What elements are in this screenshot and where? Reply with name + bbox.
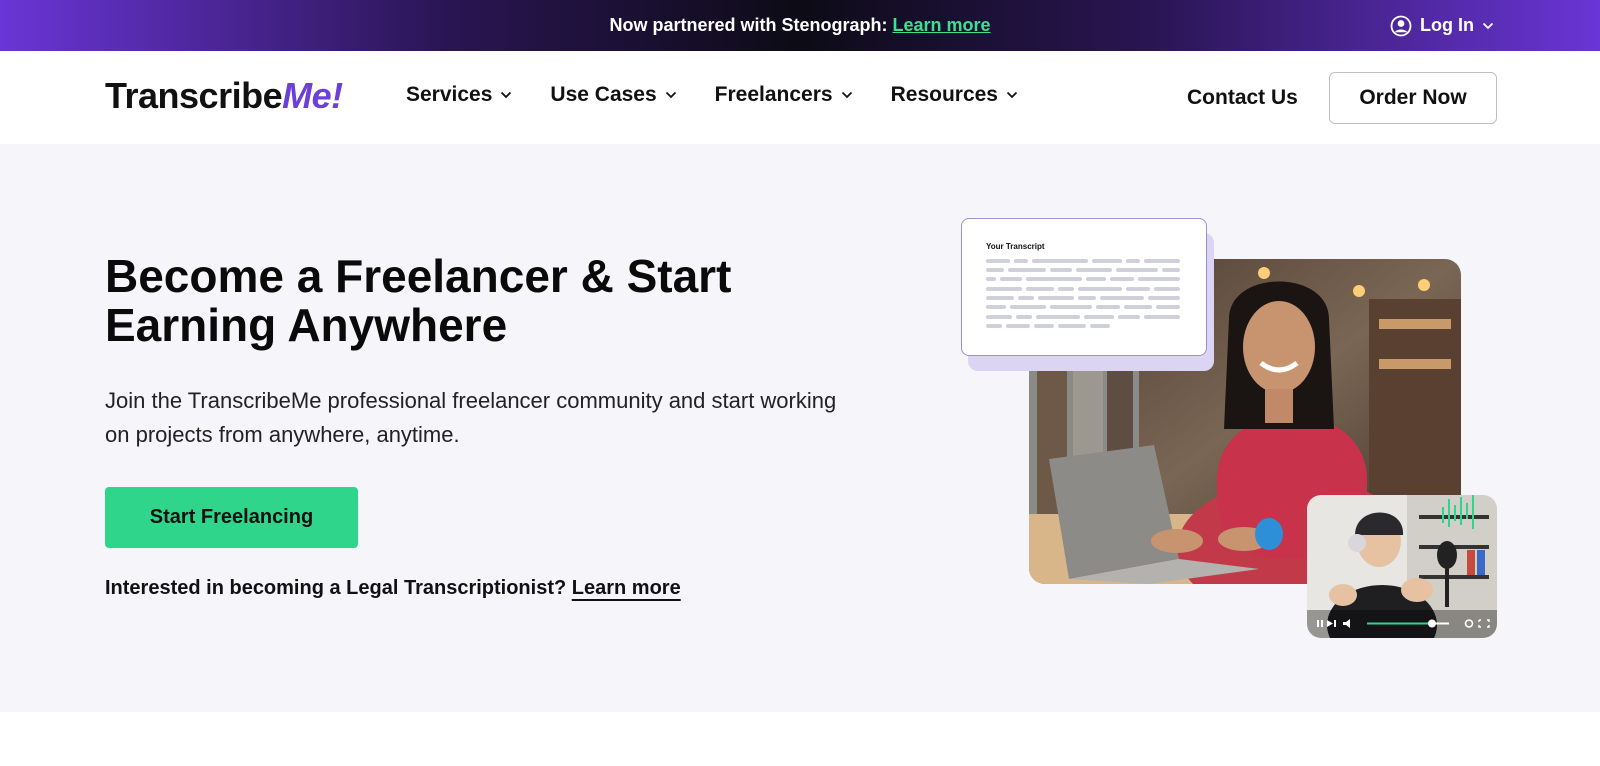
nav-resources[interactable]: Resources bbox=[891, 83, 1018, 107]
contact-us-link[interactable]: Contact Us bbox=[1187, 86, 1298, 110]
logo-accent: Me! bbox=[282, 75, 343, 116]
nav-label: Freelancers bbox=[714, 83, 833, 106]
nav-services[interactable]: Services bbox=[406, 83, 512, 107]
hero-title-line1: Become a Freelancer & Start bbox=[105, 250, 732, 302]
site-header: TranscribeMe! Services Use Cases Freelan… bbox=[0, 51, 1600, 144]
transcript-lines bbox=[986, 259, 1180, 328]
hero-title: Become a Freelancer & Start Earning Anyw… bbox=[105, 252, 825, 350]
video-player-thumbnail bbox=[1307, 495, 1497, 638]
hero-subtitle: Join the TranscribeMe professional freel… bbox=[105, 388, 837, 447]
nav-freelancers[interactable]: Freelancers bbox=[715, 83, 853, 107]
announcement-text: Now partnered with Stenograph: bbox=[609, 15, 888, 35]
login-button[interactable]: Log In bbox=[1390, 0, 1494, 51]
login-label: Log In bbox=[1420, 15, 1474, 35]
chevron-down-icon bbox=[501, 91, 512, 99]
main-nav: Services Use Cases Freelancers Resources bbox=[406, 83, 1018, 107]
nav-label: Use Cases bbox=[550, 83, 657, 106]
nav-label: Services bbox=[406, 83, 493, 106]
chevron-down-icon bbox=[1482, 22, 1494, 29]
logo[interactable]: TranscribeMe! bbox=[105, 75, 343, 117]
chevron-down-icon bbox=[1006, 91, 1018, 99]
announcement-learn-more-link[interactable]: Learn more bbox=[892, 15, 990, 36]
announcement-bar: Now partnered with Stenograph: Learn mor… bbox=[0, 0, 1600, 51]
page-bottom bbox=[0, 712, 1600, 766]
legal-text: Interested in becoming a Legal Transcrip… bbox=[105, 577, 567, 599]
legal-transcriptionist-prompt: Interested in becoming a Legal Transcrip… bbox=[105, 577, 681, 600]
logo-main: Transcribe bbox=[105, 75, 283, 116]
legal-learn-more-link[interactable]: Learn more bbox=[572, 577, 681, 599]
chevron-down-icon bbox=[841, 91, 852, 99]
order-now-button[interactable]: Order Now bbox=[1329, 72, 1497, 124]
nav-label: Resources bbox=[890, 83, 998, 106]
hero-title-line2: Earning Anywhere bbox=[105, 299, 508, 351]
chevron-down-icon bbox=[665, 91, 676, 99]
user-circle-icon bbox=[1390, 15, 1412, 36]
start-freelancing-button[interactable]: Start Freelancing bbox=[105, 487, 358, 548]
transcript-card: Your Transcript bbox=[961, 218, 1207, 356]
nav-use-cases[interactable]: Use Cases bbox=[550, 83, 676, 107]
